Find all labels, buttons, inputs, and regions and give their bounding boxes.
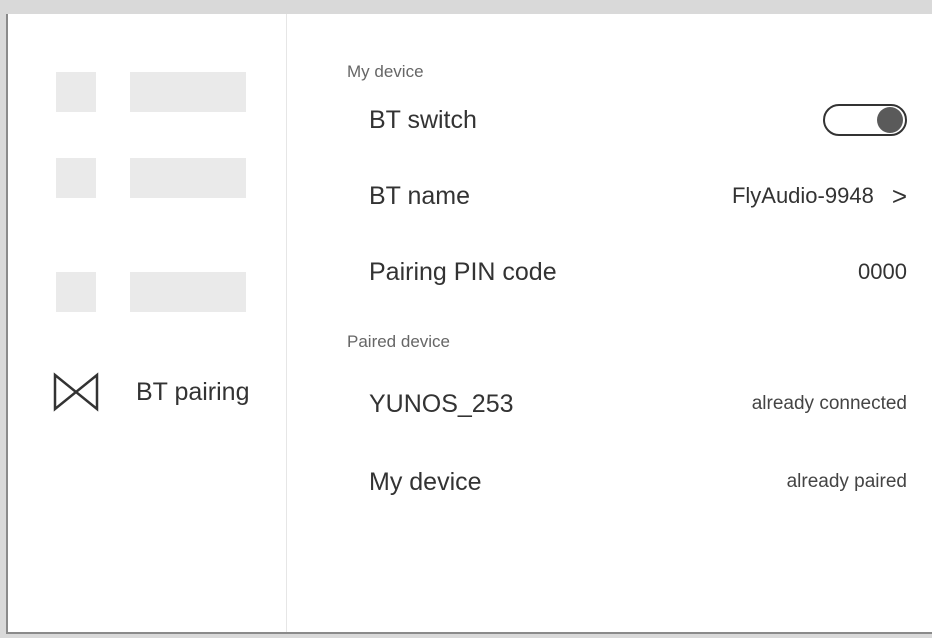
sidebar-placeholder-icon-1 xyxy=(56,72,96,112)
paired-device-status: already paired xyxy=(786,471,907,492)
bt-switch-toggle[interactable] xyxy=(823,104,907,136)
section-title-my-device: My device xyxy=(347,62,424,81)
pairing-pin-row: Pairing PIN code 0000 xyxy=(369,252,907,292)
sidebar: BT pairing xyxy=(8,14,287,632)
sidebar-item-bt-pairing[interactable]: BT pairing xyxy=(52,370,250,414)
bt-switch-label: BT switch xyxy=(369,105,477,134)
bt-name-value-group: FlyAudio-9948 > xyxy=(732,183,907,209)
sidebar-placeholder-label-2 xyxy=(130,158,246,198)
bluetooth-settings-panel: My device BT switch BT name FlyAudio-994… xyxy=(287,14,932,632)
paired-device-name: YUNOS_253 xyxy=(369,389,514,418)
section-title-paired-device: Paired device xyxy=(347,332,451,351)
pairing-pin-value: 0000 xyxy=(858,259,907,284)
bt-name-value: FlyAudio-9948 xyxy=(731,183,874,208)
paired-device-status: already connected xyxy=(751,393,907,414)
chevron-right-icon[interactable]: > xyxy=(892,183,907,209)
sidebar-placeholder-icon-2 xyxy=(56,158,96,198)
toggle-knob xyxy=(877,107,903,133)
sidebar-item-label: BT pairing xyxy=(136,377,250,406)
pairing-pin-label: Pairing PIN code xyxy=(369,257,557,286)
sidebar-placeholder-icon-3 xyxy=(56,272,96,312)
paired-device-name: My device xyxy=(369,467,482,496)
bt-name-label: BT name xyxy=(369,181,470,210)
bt-name-row[interactable]: BT name FlyAudio-9948 > xyxy=(369,176,907,216)
bt-pairing-icon xyxy=(52,372,100,412)
bt-switch-row: BT switch xyxy=(369,100,907,140)
sidebar-placeholder-label-1 xyxy=(130,72,246,112)
sidebar-placeholder-label-3 xyxy=(130,272,246,312)
settings-window: BT pairing My device BT switch BT name F… xyxy=(6,14,932,634)
paired-device-row[interactable]: My device already paired xyxy=(369,462,907,502)
paired-device-row[interactable]: YUNOS_253 already connected xyxy=(369,384,907,424)
